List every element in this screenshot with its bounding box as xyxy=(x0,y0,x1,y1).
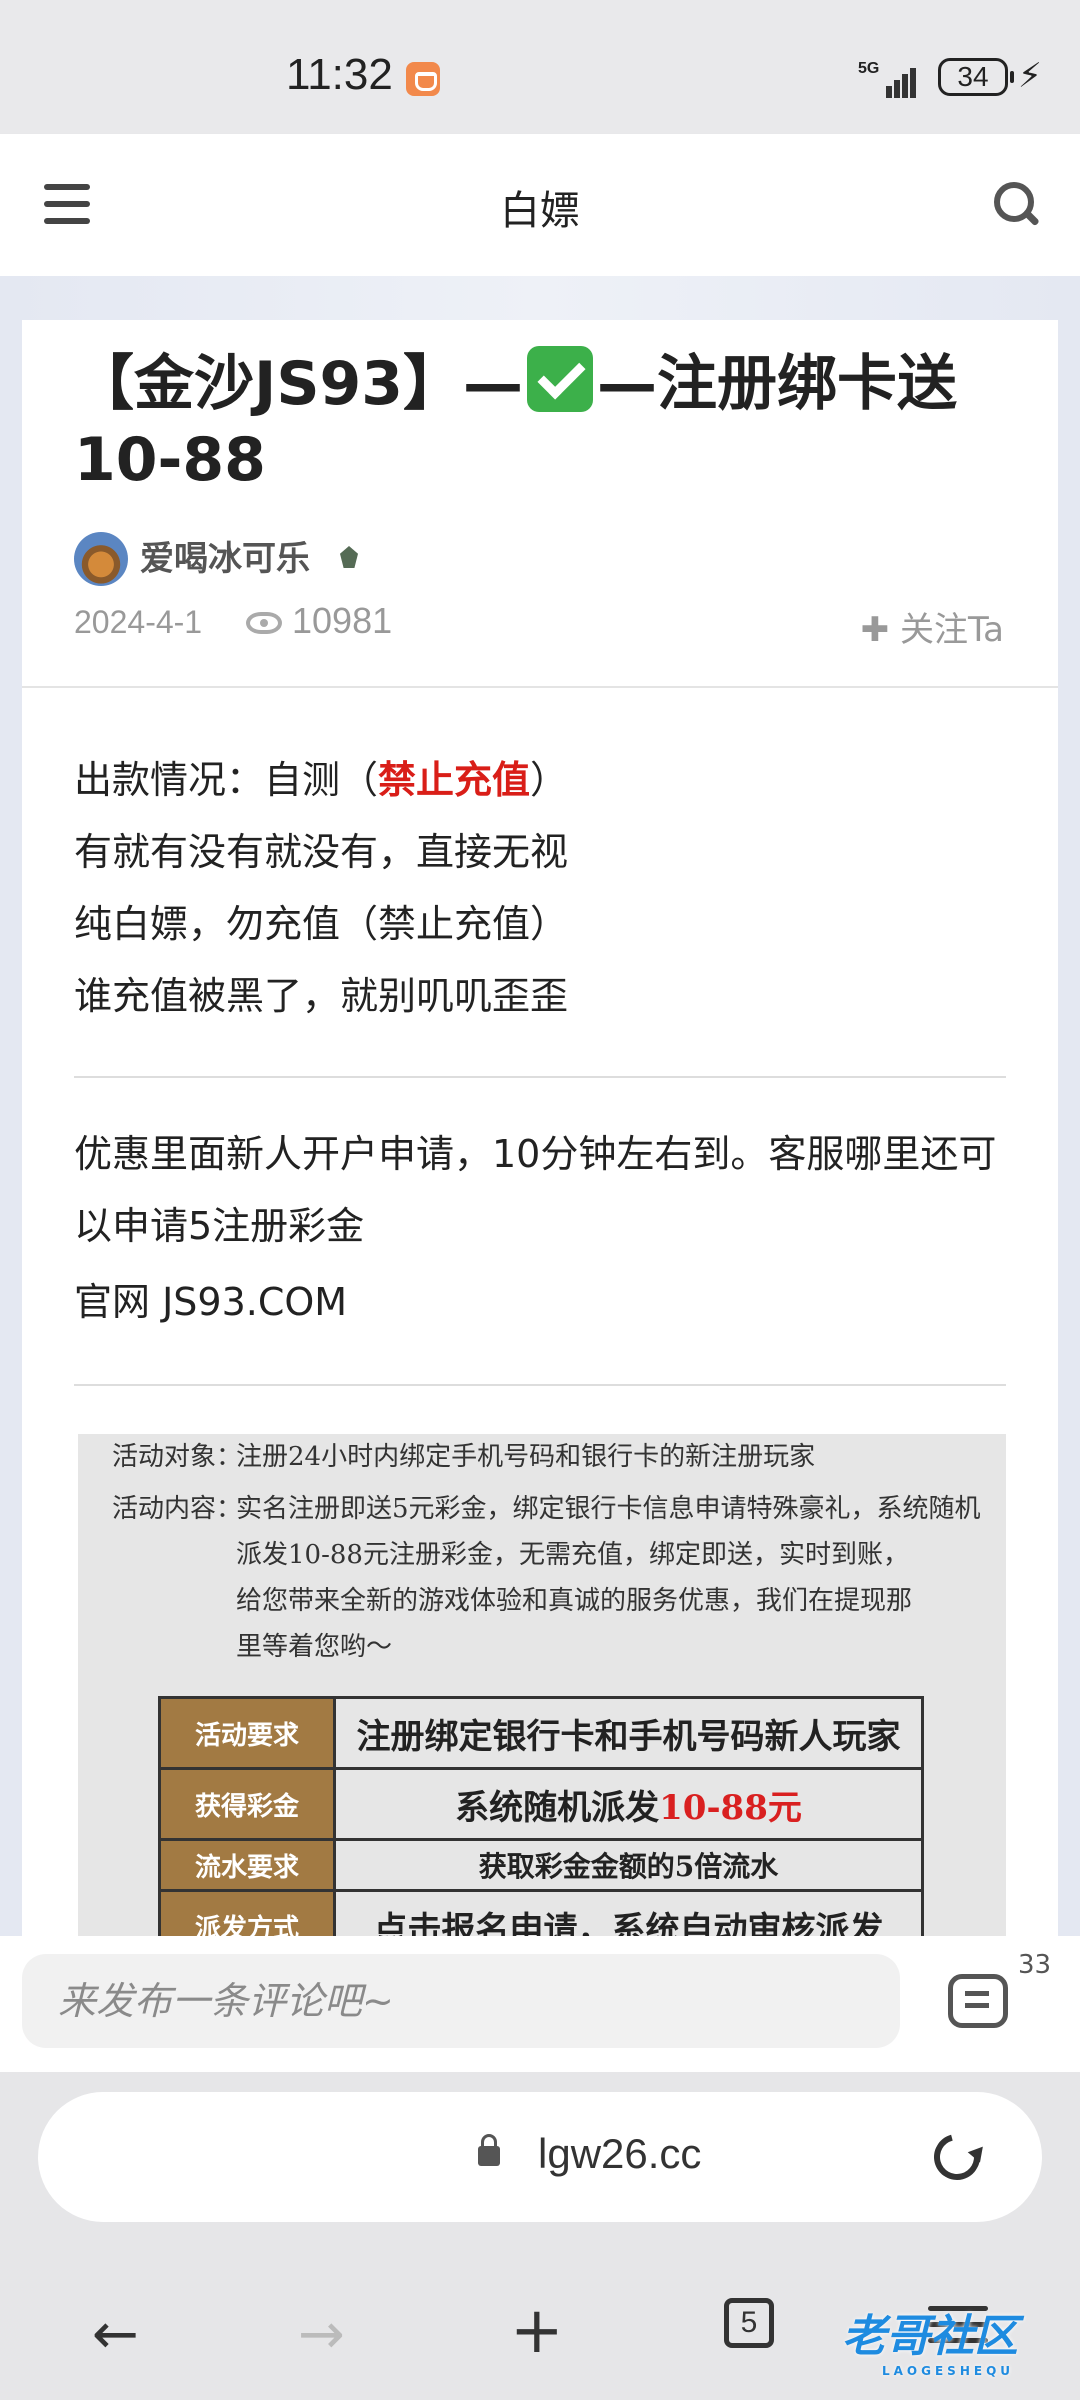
comment-bar: 来发布一条评论吧~ 33 xyxy=(0,1936,1080,2072)
app-bar: 白嫖 xyxy=(0,134,1080,276)
post-line: 纯白嫖，勿充值（禁止充值） xyxy=(74,902,569,946)
post-site: 官网 JS93.COM xyxy=(74,1280,348,1324)
url-bar[interactable]: lgw26.cc xyxy=(38,2092,1042,2222)
reload-icon[interactable] xyxy=(925,2125,989,2189)
signal-icon: 5G xyxy=(858,58,920,100)
post-paragraph: 优惠里面新人开户申请，10分钟左右到。客服哪里还可以申请5注册彩金 xyxy=(74,1132,997,1248)
divider xyxy=(22,686,1058,688)
rank-badge-icon xyxy=(332,542,366,576)
post-line: 有就有没有就没有，直接无视 xyxy=(74,830,569,874)
divider xyxy=(74,1384,1006,1386)
new-tab-plus-icon[interactable]: + xyxy=(510,2294,564,2368)
poster-table: 活动要求 注册绑定银行卡和手机号码新人玩家 获得彩金 系统随机派发10-88元 流水… xyxy=(158,1696,924,1940)
table-row: 流水要求 获取彩金金额的5倍流水 xyxy=(158,1838,924,1892)
post-title: 【金沙JS93】— —注册绑卡送10-88 xyxy=(74,346,1024,498)
table-row: 派发方式 点击报名申请，系统自动审核派发 xyxy=(158,1889,924,1940)
table-row: 获得彩金 系统随机派发10-88元 xyxy=(158,1767,924,1841)
follow-button[interactable]: ✚ 关注Ta xyxy=(861,602,1004,651)
eye-icon xyxy=(246,612,282,634)
poster-text: 实名注册即送5元彩金，绑定银行卡信息申请特殊豪礼，系统随机 xyxy=(236,1494,981,1524)
poster-text: 里等着您哟～ xyxy=(236,1632,393,1662)
divider xyxy=(74,1076,1006,1078)
lock-icon xyxy=(478,2134,500,2166)
status-bar: 11:32 5G 34 ⚡ xyxy=(0,0,1080,134)
poster-text: 给您带来全新的游戏体验和真诚的服务优惠，我们在提现那 xyxy=(236,1586,913,1616)
back-arrow-icon[interactable]: ← xyxy=(92,2302,139,2367)
comment-count: 33 xyxy=(1018,1950,1052,1980)
notification-icon xyxy=(406,62,440,96)
url-text: lgw26.cc xyxy=(538,2130,702,2177)
poster-text: 注册24小时内绑定手机号码和银行卡的新注册玩家 xyxy=(236,1442,816,1472)
post-date: 2024-4-1 xyxy=(74,604,203,640)
charging-icon: ⚡ xyxy=(1018,56,1042,96)
poster-label: 活动内容： xyxy=(112,1494,243,1524)
poster-text: 派发10-88元注册彩金，无需充值，绑定即送，实时到账， xyxy=(236,1540,909,1570)
comment-icon[interactable] xyxy=(948,1974,1008,2028)
post-line: 出款情况：自测（禁止充值） xyxy=(74,758,569,802)
check-mark-icon xyxy=(527,346,594,412)
view-count: 10981 xyxy=(292,600,393,641)
forward-arrow-icon[interactable]: → xyxy=(298,2302,345,2367)
promo-image[interactable]: 活动对象： 注册24小时内绑定手机号码和银行卡的新注册玩家 活动内容： 实名注册… xyxy=(78,1434,1006,1940)
table-row: 活动要求 注册绑定银行卡和手机号码新人玩家 xyxy=(158,1696,924,1770)
watermark-logo: 老哥社区 LAOGESHEQU xyxy=(842,2311,1018,2378)
poster-label: 活动对象： xyxy=(112,1442,243,1472)
avatar[interactable] xyxy=(74,532,128,586)
status-time: 11:32 xyxy=(286,50,393,99)
battery-icon: 34 xyxy=(938,58,1014,96)
post-card: 【金沙JS93】— —注册绑卡送10-88 爱喝冰可乐 2024-4-1 1098… xyxy=(22,320,1058,1940)
plus-icon: ✚ xyxy=(860,610,901,650)
tab-count-button[interactable]: 5 xyxy=(724,2298,774,2348)
search-icon[interactable] xyxy=(994,182,1040,227)
page-title: 白嫖 xyxy=(500,188,580,234)
comment-input[interactable]: 来发布一条评论吧~ xyxy=(22,1954,900,2048)
author-name[interactable]: 爱喝冰可乐 xyxy=(140,532,310,586)
post-line: 谁充值被黑了，就别叽叽歪歪 xyxy=(74,974,569,1018)
